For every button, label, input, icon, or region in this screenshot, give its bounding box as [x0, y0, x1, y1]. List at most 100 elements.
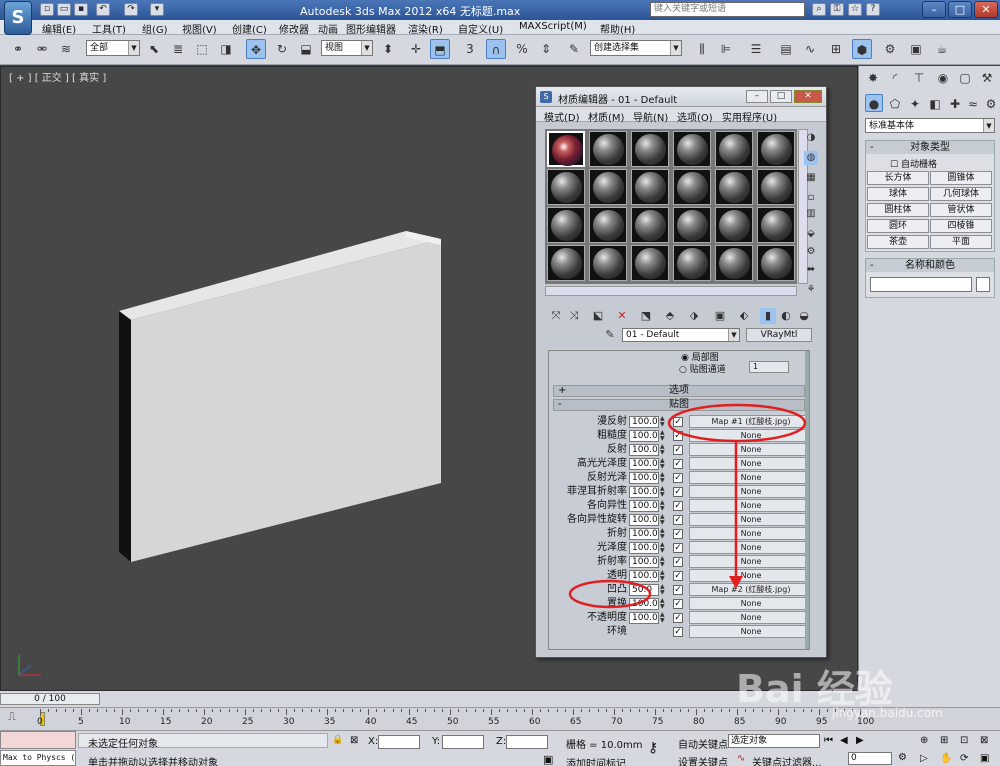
current-frame-input[interactable]: 0 — [848, 752, 892, 765]
material-sample-slot[interactable] — [673, 131, 711, 167]
material-sample-slot[interactable] — [757, 169, 795, 205]
make-unique-icon[interactable]: ⬔ — [638, 308, 654, 324]
angle-snap-icon[interactable]: ∩ — [486, 39, 506, 59]
open-file-icon[interactable]: ▭ — [57, 3, 71, 16]
material-sample-slot[interactable] — [757, 207, 795, 243]
unlink-icon[interactable]: ⚮ — [32, 39, 52, 59]
map-assign-button[interactable]: None — [689, 485, 809, 498]
plane-button[interactable]: 平面 — [930, 235, 992, 249]
material-sample-slot[interactable] — [547, 131, 585, 167]
assign-material-icon[interactable]: ⬕ — [590, 308, 606, 324]
align-icon[interactable]: ⊫ — [716, 39, 736, 59]
menu-create[interactable]: 创建(C) — [232, 21, 267, 36]
maxscript-listener-top[interactable] — [0, 731, 76, 749]
rendered-frame-window-icon[interactable]: ▣ — [906, 39, 926, 59]
map-enable-checkbox[interactable]: ✓ — [673, 515, 683, 525]
sample-options-icon[interactable]: ⚙ — [804, 245, 818, 259]
map-amount-spinner[interactable]: ▲ ▼ — [660, 458, 666, 470]
material-sample-slot[interactable] — [631, 131, 669, 167]
map-assign-button[interactable]: Map #2 (红酸枝.jpg) — [689, 583, 809, 596]
spinner-snap-icon[interactable]: ⇕ — [536, 39, 556, 59]
absolute-mode-icon[interactable]: ⊠ — [350, 735, 358, 746]
reference-coord-dropdown[interactable]: 视图 ▼ — [321, 40, 373, 56]
auto-grid-checkbox[interactable]: ☐ 自动栅格 — [890, 157, 937, 170]
map-assign-button[interactable]: None — [689, 443, 809, 456]
map-amount-spinner[interactable]: ▲ ▼ — [660, 542, 666, 554]
map-amount-input[interactable]: 100.0 — [629, 514, 659, 526]
map-enable-checkbox[interactable]: ✓ — [673, 529, 683, 539]
pan-icon[interactable]: ✋ — [940, 753, 952, 764]
map-assign-button[interactable]: None — [689, 597, 809, 610]
map-amount-input[interactable]: 100.0 — [629, 458, 659, 470]
select-manipulate-icon[interactable]: ✛ — [406, 39, 426, 59]
map-amount-spinner[interactable]: ▲ ▼ — [660, 556, 666, 568]
material-id-icon[interactable]: ◒ — [796, 308, 812, 324]
object-name-input[interactable] — [870, 277, 972, 292]
map-amount-input[interactable]: 100.0 — [629, 528, 659, 540]
mirror-icon[interactable]: ⫼ — [692, 39, 712, 59]
zoom-icon[interactable]: ⊕ — [920, 735, 928, 746]
pivot-center-icon[interactable]: ⬍ — [378, 39, 398, 59]
rect-selection-icon[interactable]: ⬚ — [192, 39, 212, 59]
map-assign-button[interactable]: None — [689, 555, 809, 568]
map-enable-checkbox[interactable]: ✓ — [673, 501, 683, 511]
map-assign-button[interactable]: None — [689, 569, 809, 582]
systems-icon[interactable]: ⚙ — [981, 94, 1000, 114]
map-assign-button[interactable]: Map #1 (红酸枝.jpg) — [689, 415, 809, 428]
cameras-icon[interactable]: ◧ — [925, 94, 945, 114]
select-by-name-icon[interactable]: ≣ — [168, 39, 188, 59]
motion-tab-icon[interactable]: ◉ — [933, 68, 953, 88]
bind-space-warp-icon[interactable]: ≋ — [56, 39, 76, 59]
object-color-swatch[interactable] — [976, 277, 990, 292]
map-enable-checkbox[interactable]: ✓ — [673, 585, 683, 595]
play-icon[interactable]: ▶ — [856, 735, 864, 746]
pyramid-button[interactable]: 四棱锥 — [930, 219, 992, 233]
map-assign-button[interactable]: None — [689, 513, 809, 526]
uv-tiling-icon[interactable]: ▫ — [804, 191, 818, 205]
utilities-tab-icon[interactable]: ⚒ — [977, 68, 997, 88]
help-icon[interactable]: ? — [866, 3, 880, 16]
go-to-parent-icon[interactable]: ▮ — [760, 308, 776, 324]
maxscript-listener-input[interactable]: Max to Physcs ( — [0, 750, 76, 766]
select-object-icon[interactable]: ⬉ — [144, 39, 164, 59]
hierarchy-tab-icon[interactable]: ⊤ — [909, 68, 929, 88]
get-material-icon[interactable]: ⤧ — [548, 308, 564, 324]
material-sample-slot[interactable] — [715, 169, 753, 205]
close-button[interactable]: ✕ — [974, 1, 998, 18]
map-channel-radio[interactable]: ○ 贴图通道 — [679, 362, 726, 375]
map-assign-button[interactable]: None — [689, 527, 809, 540]
map-enable-checkbox[interactable]: ✓ — [673, 599, 683, 609]
map-amount-spinner[interactable]: ▲ ▼ — [660, 430, 666, 442]
map-enable-checkbox[interactable]: ✓ — [673, 613, 683, 623]
snaps-toggle-icon[interactable]: 3 — [460, 39, 480, 59]
display-tab-icon[interactable]: ▢ — [955, 68, 975, 88]
zoom-extents-icon[interactable]: ⊡ — [960, 735, 968, 746]
material-sample-slot[interactable] — [673, 207, 711, 243]
map-amount-spinner[interactable]: ▲ ▼ — [660, 416, 666, 428]
material-sample-slot[interactable] — [589, 207, 627, 243]
curve-editor-icon[interactable]: ∿ — [800, 39, 820, 59]
material-name-dropdown[interactable]: 01 - Default ▼ — [622, 328, 740, 342]
map-amount-spinner[interactable]: ▲ ▼ — [660, 598, 666, 610]
make-preview-icon[interactable]: ⬙ — [804, 227, 818, 241]
graphite-tools-icon[interactable]: ▤ — [776, 39, 796, 59]
select-move-icon[interactable]: ✥ — [246, 39, 266, 59]
create-tab-icon[interactable]: ✸ — [863, 68, 883, 88]
map-amount-input[interactable]: 100.0 — [629, 556, 659, 568]
named-selection-dropdown[interactable]: 创建选择集 ▼ — [590, 40, 682, 56]
material-sample-slot[interactable] — [631, 207, 669, 243]
schematic-view-icon[interactable]: ⊞ — [826, 39, 846, 59]
y-coordinate-input[interactable] — [442, 735, 484, 749]
name-color-header[interactable]: - 名称和颜色 — [866, 259, 994, 272]
video-color-check-icon[interactable]: ▥ — [804, 207, 818, 221]
menu-graph-editors[interactable]: 图形编辑器 — [346, 21, 396, 36]
select-by-material-icon[interactable]: ⬌ — [804, 263, 818, 277]
search-input[interactable]: 键入关键字或短语 — [650, 2, 805, 17]
percent-snap-icon[interactable]: % — [512, 39, 532, 59]
map-enable-checkbox[interactable]: ✓ — [673, 571, 683, 581]
keyboard-shortcut-override-icon[interactable]: ⬒ — [430, 39, 450, 59]
map-assign-button[interactable]: None — [689, 499, 809, 512]
mated-menu-options[interactable]: 选项(O) — [677, 109, 713, 124]
field-of-view-icon[interactable]: ▷ — [920, 753, 928, 764]
material-sample-slot[interactable] — [547, 245, 585, 281]
